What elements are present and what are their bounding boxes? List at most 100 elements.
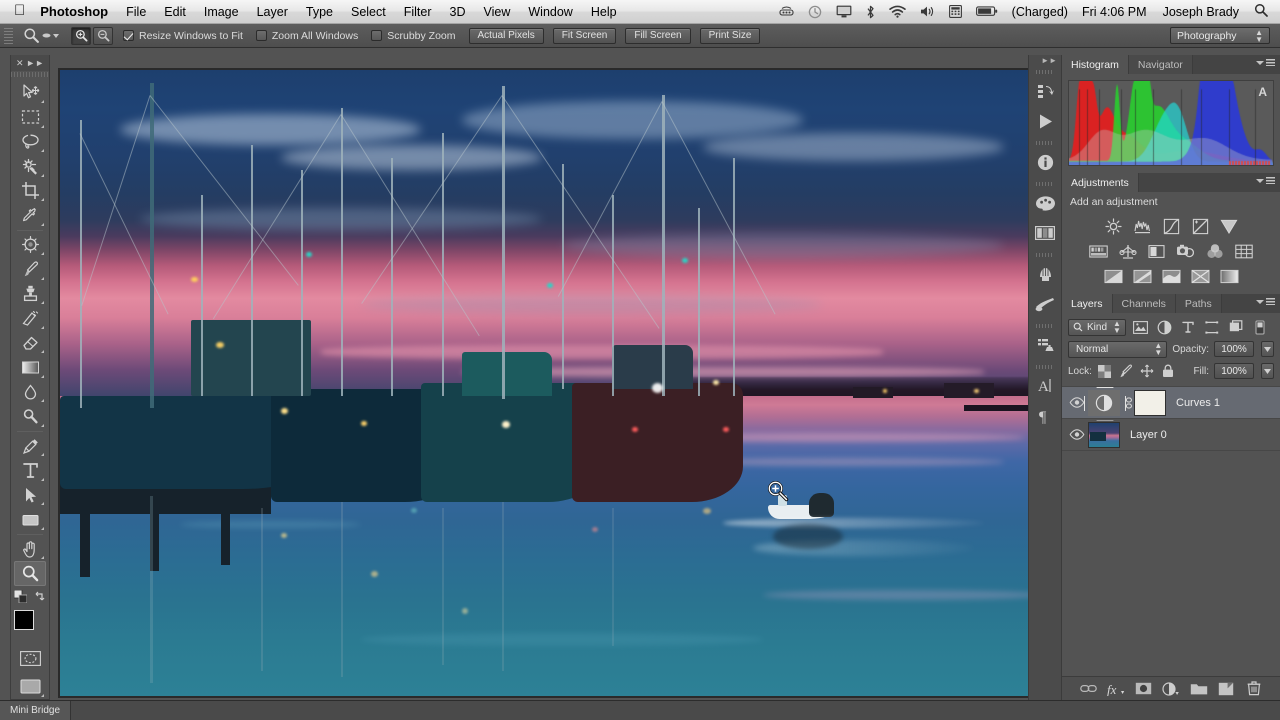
menu-item-type[interactable]: Type <box>297 5 342 19</box>
lasso-tool[interactable] <box>14 130 46 155</box>
close-icon[interactable]: ✕ <box>16 58 24 69</box>
dock-group-grip[interactable] <box>1036 322 1054 329</box>
tab-navigator[interactable]: Navigator <box>1128 55 1193 74</box>
brightness-contrast-icon[interactable] <box>1103 217 1123 235</box>
history-panel-icon[interactable] <box>1030 76 1060 106</box>
calculator-icon[interactable] <box>942 5 969 18</box>
document-canvas[interactable] <box>58 68 1066 698</box>
screen-mode-button[interactable] <box>14 675 46 700</box>
levels-icon[interactable] <box>1132 217 1152 235</box>
dock-group-grip[interactable] <box>1036 68 1054 75</box>
dock-group-grip[interactable] <box>1036 363 1054 370</box>
brush-presets-panel-icon[interactable] <box>1030 289 1060 319</box>
tab-paths[interactable]: Paths <box>1175 294 1222 313</box>
vibrance-icon[interactable] <box>1219 217 1239 235</box>
delete-layer-icon[interactable] <box>1245 680 1263 698</box>
layer-name[interactable]: Layer 0 <box>1130 429 1167 441</box>
blur-tool[interactable] <box>14 380 46 405</box>
actions-panel-icon[interactable] <box>1030 106 1060 136</box>
layers-panel-menu-icon[interactable] <box>1256 298 1275 305</box>
threshold-icon[interactable] <box>1161 267 1181 285</box>
new-adjustment-layer-icon[interactable] <box>1162 680 1180 698</box>
invert-icon[interactable] <box>1103 267 1123 285</box>
move-tool[interactable] <box>14 81 46 106</box>
menu-item-layer[interactable]: Layer <box>248 5 297 19</box>
layer-row-layer-0[interactable]: Layer 0 <box>1062 419 1280 451</box>
wifi-icon[interactable] <box>882 5 913 18</box>
menubar-clock[interactable]: Fri 4:06 PM <box>1075 5 1154 19</box>
opacity-dropdown-icon[interactable] <box>1261 341 1274 357</box>
histogram-graph[interactable]: A <box>1068 80 1274 166</box>
tab-adjustments[interactable]: Adjustments <box>1062 173 1139 192</box>
history-brush-tool[interactable] <box>14 306 46 331</box>
menu-item-image[interactable]: Image <box>195 5 248 19</box>
color-lookup-icon[interactable] <box>1234 242 1254 260</box>
quick-selection-tool[interactable] <box>14 154 46 179</box>
print-size-button[interactable]: Print Size <box>699 27 761 44</box>
foreground-color-swatch[interactable] <box>14 609 34 630</box>
layer-visibility-toggle[interactable] <box>1066 429 1088 440</box>
harbor-photograph[interactable] <box>60 70 1064 696</box>
default-colors-icon[interactable] <box>13 590 27 604</box>
layer-name[interactable]: Curves 1 <box>1176 397 1220 409</box>
selective-color-icon[interactable] <box>1190 267 1210 285</box>
zoom-in-button[interactable] <box>71 26 91 45</box>
exposure-icon[interactable] <box>1190 217 1210 235</box>
lock-transparent-pixels-icon[interactable] <box>1097 363 1113 379</box>
zoom-tool[interactable] <box>14 561 46 586</box>
menu-item-3d[interactable]: 3D <box>441 5 475 19</box>
menu-item-view[interactable]: View <box>475 5 520 19</box>
menu-item-window[interactable]: Window <box>519 5 581 19</box>
dock-group-grip[interactable] <box>1036 251 1054 258</box>
foreground-background-color-swatch[interactable] <box>13 609 47 641</box>
quick-mask-button[interactable] <box>14 646 46 671</box>
adjustment-layer-filter-icon[interactable] <box>1155 318 1174 336</box>
fit-screen-button[interactable]: Fit Screen <box>552 27 617 44</box>
paragraph-panel-icon[interactable]: ¶ <box>1030 401 1060 431</box>
actual-pixels-button[interactable]: Actual Pixels <box>468 27 544 44</box>
zoom-all-windows-checkbox[interactable] <box>255 30 267 41</box>
options-bar-grip[interactable] <box>4 27 13 44</box>
add-layer-mask-icon[interactable] <box>1135 680 1153 698</box>
lock-position-icon[interactable] <box>1139 363 1155 379</box>
adjustments-panel-menu-icon[interactable] <box>1256 177 1275 184</box>
tab-channels[interactable]: Channels <box>1112 294 1176 313</box>
menu-item-edit[interactable]: Edit <box>155 5 195 19</box>
gradient-tool[interactable] <box>14 355 46 380</box>
clone-source-panel-icon[interactable] <box>1030 330 1060 360</box>
new-layer-icon[interactable] <box>1217 680 1235 698</box>
pixel-layer-filter-icon[interactable] <box>1131 318 1150 336</box>
menu-item-help[interactable]: Help <box>582 5 626 19</box>
double-chevron-right-icon[interactable]: ►► <box>26 58 44 68</box>
eraser-tool[interactable] <box>14 331 46 356</box>
fill-screen-button[interactable]: Fill Screen <box>625 27 691 44</box>
pen-tool[interactable] <box>14 434 46 459</box>
expand-panels-icon[interactable]: ►► <box>1029 57 1061 65</box>
dock-group-grip[interactable] <box>1036 180 1054 187</box>
swatches-panel-icon[interactable] <box>1030 218 1060 248</box>
color-balance-icon[interactable] <box>1118 242 1138 260</box>
spotlight-search-icon[interactable] <box>1248 3 1280 20</box>
brush-panel-icon[interactable] <box>1030 259 1060 289</box>
swap-colors-icon[interactable] <box>33 590 47 604</box>
menu-item-filter[interactable]: Filter <box>395 5 441 19</box>
rectangle-tool[interactable] <box>14 507 46 532</box>
gradient-map-icon[interactable] <box>1219 267 1239 285</box>
shape-layer-filter-icon[interactable] <box>1203 318 1222 336</box>
path-selection-tool[interactable] <box>14 483 46 508</box>
scrubby-zoom-option[interactable]: Scrubby Zoom <box>371 30 456 42</box>
hand-tool[interactable] <box>14 537 46 562</box>
layer-thumbnail[interactable] <box>1088 421 1120 448</box>
character-panel-icon[interactable]: A <box>1030 371 1060 401</box>
mini-bridge-tab[interactable]: Mini Bridge <box>0 701 72 720</box>
spot-healing-brush-tool[interactable] <box>14 233 46 258</box>
airport-utility-icon[interactable] <box>772 6 801 18</box>
workspace-selector[interactable]: Photography ▲ ▼ <box>1170 27 1270 44</box>
smart-object-filter-icon[interactable] <box>1227 318 1246 336</box>
eyedropper-tool[interactable] <box>14 203 46 228</box>
zoom-all-windows-option[interactable]: Zoom All Windows <box>255 30 358 42</box>
tools-panel-grip[interactable] <box>11 71 49 79</box>
histogram-panel-menu-icon[interactable] <box>1256 59 1275 66</box>
hue-saturation-icon[interactable] <box>1089 242 1109 260</box>
layer-style-fx-icon[interactable]: fx <box>1107 680 1125 698</box>
